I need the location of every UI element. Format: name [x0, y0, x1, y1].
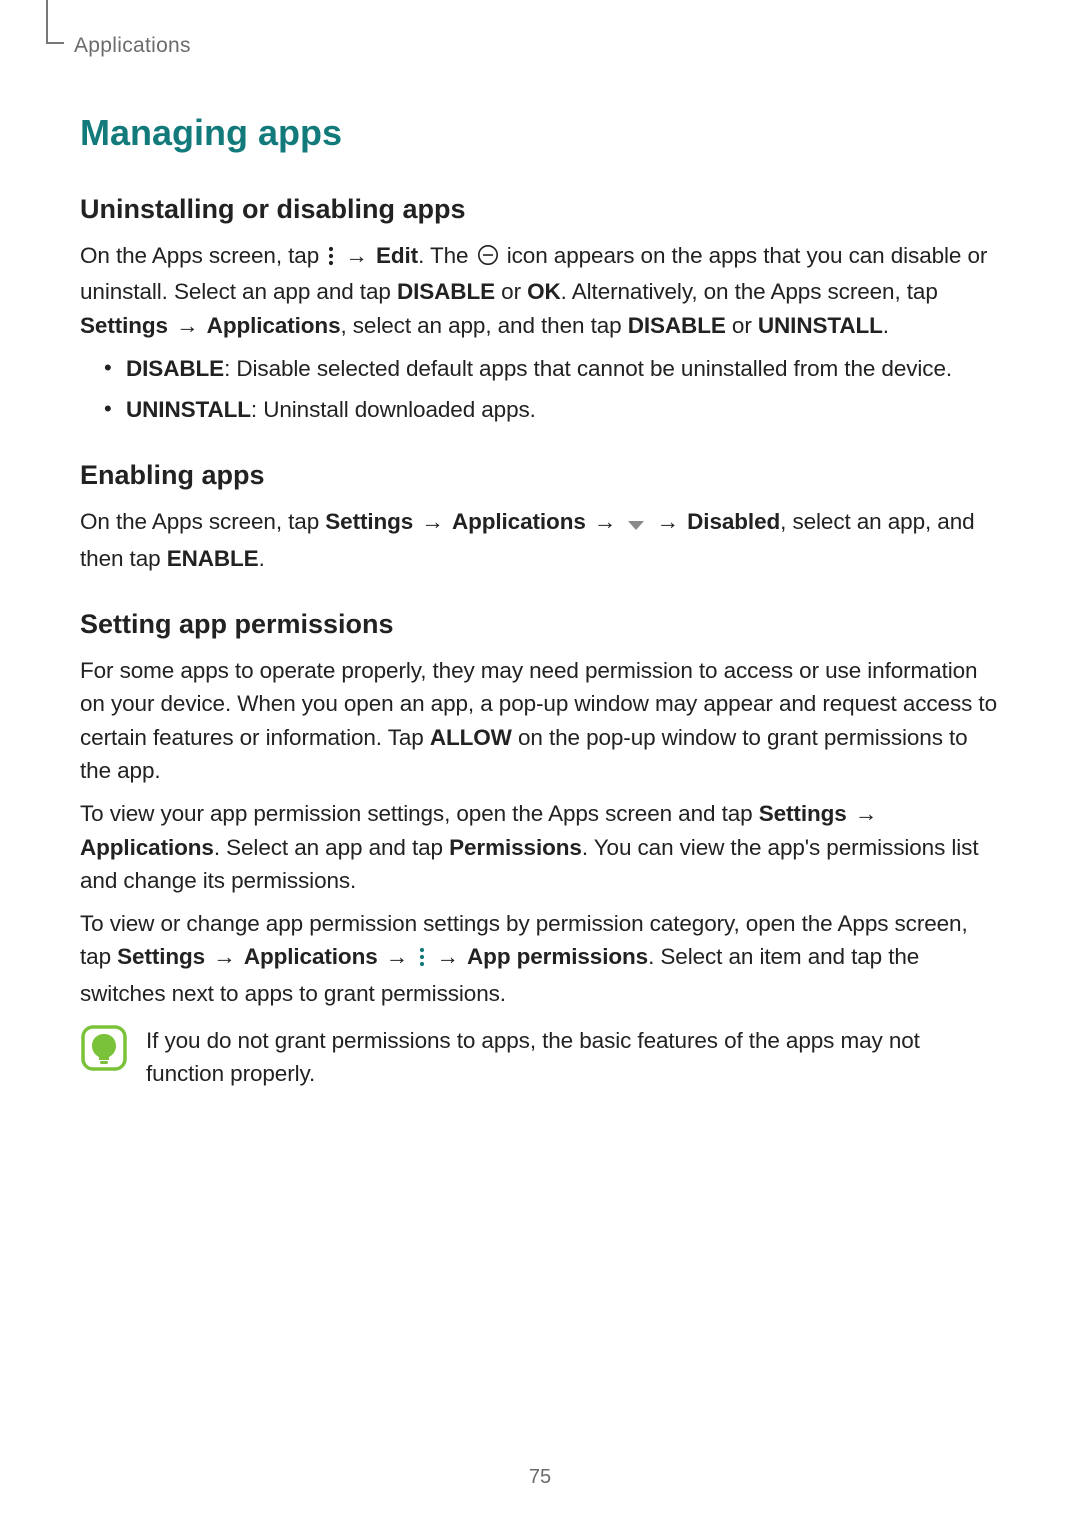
dropdown-icon — [624, 508, 648, 541]
arrow-icon: → — [586, 509, 625, 534]
settings-label: Settings — [80, 313, 168, 338]
applications-label: Applications — [452, 509, 586, 534]
ok-label: OK — [527, 279, 561, 304]
settings-label: Settings — [325, 509, 413, 534]
paragraph-permissions-3: To view or change app permission setting… — [80, 907, 1002, 1010]
text: . The — [418, 243, 475, 268]
paragraph-permissions-1: For some apps to operate properly, they … — [80, 654, 1002, 787]
applications-label: Applications — [207, 313, 341, 338]
disable-label: DISABLE — [397, 279, 495, 304]
text: On the Apps screen, tap — [80, 509, 325, 534]
disable-label: DISABLE — [628, 313, 726, 338]
paragraph-permissions-2: To view your app permission settings, op… — [80, 797, 1002, 897]
heading-uninstall: Uninstalling or disabling apps — [80, 194, 1002, 225]
text: or — [726, 313, 758, 338]
text: : Disable selected default apps that can… — [224, 356, 952, 381]
paragraph-enable: On the Apps screen, tap Settings → Appli… — [80, 505, 1002, 575]
heading-enable: Enabling apps — [80, 460, 1002, 491]
text: or — [495, 279, 527, 304]
arrow-icon: → — [648, 509, 687, 534]
text: . Alternatively, on the Apps screen, tap — [561, 279, 938, 304]
more-options-icon — [325, 242, 337, 275]
text: . Select an app and tap — [214, 835, 449, 860]
applications-label: Applications — [80, 835, 214, 860]
note-callout: If you do not grant permissions to apps,… — [80, 1024, 1002, 1091]
arrow-icon: → — [428, 944, 467, 969]
app-permissions-label: App permissions — [467, 944, 648, 969]
text: , select an app, and then tap — [340, 313, 627, 338]
note-icon — [80, 1024, 128, 1077]
arrow-icon: → — [378, 944, 417, 969]
settings-label: Settings — [759, 801, 847, 826]
more-options-icon — [416, 943, 428, 976]
settings-label: Settings — [117, 944, 205, 969]
breadcrumb: Applications — [74, 34, 1002, 58]
edit-label: Edit — [376, 243, 418, 268]
disabled-label: Disabled — [687, 509, 780, 534]
text: To view your app permission settings, op… — [80, 801, 759, 826]
text: . — [259, 546, 265, 571]
arrow-icon: → — [168, 313, 207, 338]
page-number: 75 — [0, 1466, 1080, 1489]
enable-label: ENABLE — [167, 546, 259, 571]
header-corner-mark — [46, 0, 64, 44]
arrow-icon: → — [413, 509, 452, 534]
text: On the Apps screen, tap — [80, 243, 325, 268]
arrow-icon: → — [847, 801, 880, 826]
text: . — [883, 313, 889, 338]
remove-circle-icon — [475, 242, 501, 275]
uninstall-term: UNINSTALL — [126, 397, 251, 422]
disable-term: DISABLE — [126, 356, 224, 381]
bullet-list-uninstall: DISABLE: Disable selected default apps t… — [80, 352, 1002, 427]
arrow-icon: → — [205, 944, 244, 969]
arrow-icon: → — [337, 243, 376, 268]
note-text: If you do not grant permissions to apps,… — [146, 1024, 1002, 1091]
paragraph-uninstall-1: On the Apps screen, tap → Edit. The icon… — [80, 239, 1002, 342]
text: : Uninstall downloaded apps. — [251, 397, 536, 422]
allow-label: ALLOW — [430, 725, 512, 750]
applications-label: Applications — [244, 944, 378, 969]
page-title: Managing apps — [80, 112, 1002, 154]
list-item: UNINSTALL: Uninstall downloaded apps. — [104, 393, 1002, 426]
heading-permissions: Setting app permissions — [80, 609, 1002, 640]
list-item: DISABLE: Disable selected default apps t… — [104, 352, 1002, 385]
permissions-label: Permissions — [449, 835, 582, 860]
uninstall-label: UNINSTALL — [758, 313, 883, 338]
